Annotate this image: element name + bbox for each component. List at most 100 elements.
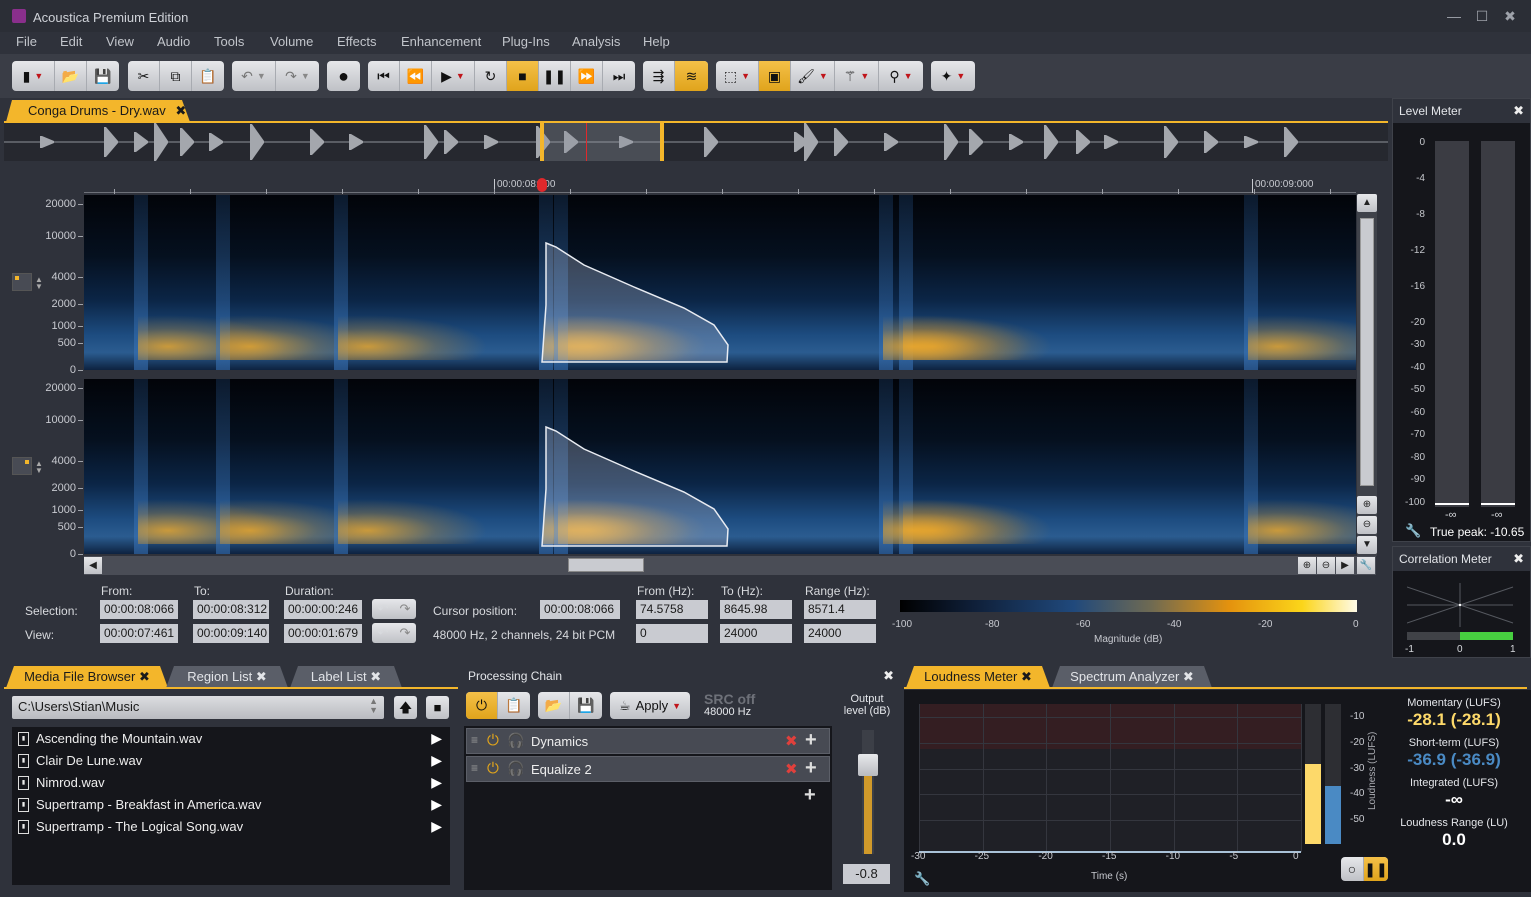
pause-button[interactable]: ❚❚ [1364, 857, 1388, 881]
channel-2-updown-icon[interactable]: ▲ ▼ [35, 460, 43, 475]
skip-end-button[interactable]: ⏭ [603, 61, 635, 91]
chain-open-button[interactable]: 📂 [538, 692, 570, 719]
add-effect-icon[interactable]: + [804, 784, 816, 807]
output-level-slider-handle[interactable] [858, 754, 878, 776]
cut-button[interactable]: ✂ [128, 61, 160, 91]
paste-button[interactable]: 📋 [192, 61, 224, 91]
close-tab-icon[interactable]: ✖ [175, 103, 186, 118]
apply-button[interactable]: ☕ Apply ▼ [610, 692, 690, 719]
menu-edit[interactable]: Edit [60, 34, 82, 49]
time-ruler[interactable]: 00:00:08:000 00:00:09:000 [84, 170, 1356, 194]
menu-tools[interactable]: Tools [214, 34, 244, 49]
selection-from-hz-field[interactable]: 74.5758 [636, 600, 708, 619]
drag-handle-icon[interactable]: ≡ [471, 761, 478, 775]
tab-region-list[interactable]: Region List ✖ [166, 666, 288, 688]
reset-button[interactable]: ○ [1341, 857, 1364, 881]
menu-audio[interactable]: Audio [157, 34, 190, 49]
stop-button[interactable]: ■ [507, 61, 539, 91]
close-tab-icon[interactable]: ✖ [370, 669, 381, 684]
close-button[interactable]: ✖ [1500, 6, 1520, 26]
scroll-down-button[interactable]: ▼ [1357, 536, 1377, 554]
file-tab[interactable]: Conga Drums - Dry.wav ✖ [6, 100, 190, 122]
effect-chain-item[interactable]: ≡ ⏻ 🎧 Dynamics ✖ + [466, 728, 830, 754]
play-file-icon[interactable]: ▶ [431, 796, 442, 813]
view-from-field[interactable]: 00:00:07:461 [100, 624, 178, 643]
play-file-icon[interactable]: ▶ [431, 774, 442, 791]
headphones-icon[interactable]: 🎧 [507, 732, 524, 749]
scroll-left-button[interactable]: ◀ [84, 557, 102, 574]
record-button[interactable]: ● [327, 61, 360, 91]
zoom-out-vertical-button[interactable]: ⊖ [1357, 516, 1377, 534]
menu-help[interactable]: Help [643, 34, 670, 49]
folder-up-button[interactable]: 🡅 [394, 696, 417, 719]
playhead-marker[interactable] [537, 178, 547, 192]
vertical-scrollbar[interactable]: ▲ ⊕ ⊖ ▼ [1357, 194, 1377, 556]
close-tab-icon[interactable]: ✖ [1021, 669, 1032, 684]
zoom-out-horizontal-button[interactable]: ⊖ [1317, 557, 1335, 574]
minimize-button[interactable]: — [1444, 6, 1464, 26]
add-effect-icon[interactable]: + [805, 757, 817, 780]
zoom-tool-button[interactable]: ⚲ ▼ [879, 61, 923, 91]
maximize-button[interactable]: ☐ [1472, 6, 1492, 26]
file-list-item[interactable]: ▮ Clair De Lune.wav ▶ [12, 750, 450, 772]
close-tab-icon[interactable]: ✖ [1183, 669, 1194, 684]
remove-effect-icon[interactable]: ✖ [785, 732, 798, 750]
wrench-icon[interactable]: 🔧 [914, 871, 930, 887]
channel-1-select-button[interactable] [12, 273, 32, 291]
drag-handle-icon[interactable]: ≡ [471, 733, 478, 747]
selection-to-hz-field[interactable]: 8645.98 [720, 600, 792, 619]
new-file-button[interactable]: ▮ ▼ [12, 61, 55, 91]
power-icon[interactable]: ⏻ [487, 760, 499, 777]
selection-redo-icon[interactable]: ↷ [394, 599, 416, 619]
menu-analysis[interactable]: Analysis [572, 34, 620, 49]
channel-2-select-button[interactable] [12, 457, 32, 475]
effect-chain-item[interactable]: ≡ ⏻ 🎧 Equalize 2 ✖ + [466, 756, 830, 782]
tab-media-file-browser[interactable]: Media File Browser ✖ [6, 666, 168, 688]
redo-button[interactable]: ↷ ▼ [276, 61, 319, 91]
view-range-hz-field[interactable]: 24000 [804, 624, 876, 643]
cursor-position-field[interactable]: 00:00:08:066 [540, 600, 620, 619]
tab-label-list[interactable]: Label List ✖ [290, 666, 402, 688]
menu-file[interactable]: File [16, 34, 37, 49]
file-list-item[interactable]: ▮ Supertramp - The Logical Song.wav ▶ [12, 816, 450, 838]
view-duration-field[interactable]: 00:00:01:679 [284, 624, 362, 643]
close-icon[interactable]: ✖ [1513, 551, 1524, 567]
rewind-button[interactable]: ⏪ [400, 61, 432, 91]
save-button[interactable]: 💾 [87, 61, 119, 91]
selection-to-field[interactable]: 00:00:08:312 [193, 600, 269, 619]
selection-duration-field[interactable]: 00:00:00:246 [284, 600, 362, 619]
chain-power-button[interactable]: ⏻ [466, 692, 498, 719]
play-file-icon[interactable]: ▶ [431, 818, 442, 835]
lasso-selection-overlay[interactable] [84, 195, 1356, 555]
menu-enhancement[interactable]: Enhancement [401, 34, 481, 49]
file-list-item[interactable]: ▮ Supertramp - Breakfast in America.wav ▶ [12, 794, 450, 816]
view-to-hz-field[interactable]: 24000 [720, 624, 792, 643]
scroll-right-button[interactable]: ▶ [1336, 557, 1354, 574]
close-tab-icon[interactable]: ✖ [256, 669, 267, 684]
browse-folder-button[interactable]: ■ [426, 696, 449, 719]
lasso-tool-button[interactable]: ▣ [759, 61, 791, 91]
view-redo-icon[interactable]: ↷ [394, 623, 416, 643]
copy-button[interactable]: ⧉ [160, 61, 192, 91]
overview-view-range[interactable] [540, 123, 664, 161]
tab-spectrum-analyzer[interactable]: Spectrum Analyzer ✖ [1052, 666, 1212, 688]
skip-start-button[interactable]: ⏮ [368, 61, 400, 91]
magic-wand-button[interactable]: ⚚ ▼ [835, 61, 879, 91]
loop-button[interactable]: ↻ [475, 61, 507, 91]
channel-1-updown-icon[interactable]: ▲ ▼ [35, 276, 43, 291]
view-undo-icon[interactable]: ↶ [372, 623, 394, 643]
undo-button[interactable]: ↶ ▼ [232, 61, 276, 91]
menu-plugins[interactable]: Plug-Ins [502, 34, 550, 49]
play-file-icon[interactable]: ▶ [431, 730, 442, 747]
selection-tool-button[interactable]: ⬚ ▼ [716, 61, 759, 91]
selection-from-field[interactable]: 00:00:08:066 [100, 600, 178, 619]
power-icon[interactable]: ⏻ [487, 732, 499, 749]
waveform-overview[interactable] [4, 123, 1388, 161]
selection-range-hz-field[interactable]: 8571.4 [804, 600, 876, 619]
brush-tool-button[interactable]: 🖌 ▼ [791, 61, 835, 91]
output-level-value[interactable]: -0.8 [843, 864, 890, 884]
spectral-view-button[interactable]: ≋ [675, 61, 708, 91]
play-button[interactable]: ▶ ▼ [432, 61, 475, 91]
close-tab-icon[interactable]: ✖ [139, 669, 150, 684]
folder-path-select[interactable]: C:\Users\Stian\Music ▲ ▼ [12, 696, 384, 719]
